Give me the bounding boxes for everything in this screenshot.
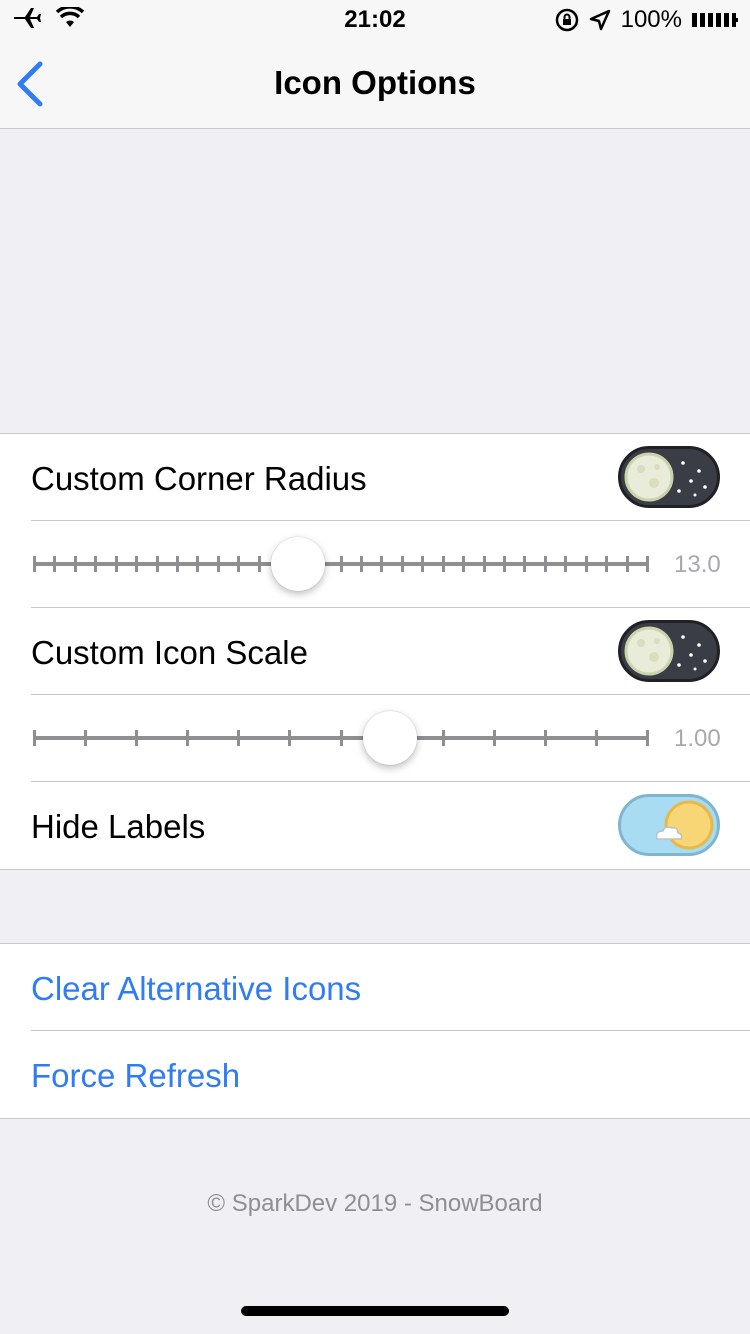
slider-tick xyxy=(605,556,609,572)
icon-scale-label: Custom Icon Scale xyxy=(31,634,308,671)
slider-tick xyxy=(646,556,649,572)
slider-tick xyxy=(482,556,486,572)
corner-radius-slider-row: 13.0 xyxy=(0,520,750,608)
location-icon xyxy=(589,9,610,31)
slider-tick xyxy=(94,556,98,572)
slider-tick xyxy=(421,556,425,572)
slider-tick xyxy=(594,730,598,746)
slider-tick xyxy=(380,556,384,572)
hide-labels-label: Hide Labels xyxy=(31,808,206,845)
slider-tick xyxy=(196,556,200,572)
orientation-lock-icon xyxy=(555,8,578,32)
slider-tick xyxy=(186,730,190,746)
corner-radius-value: 13.0 xyxy=(674,551,720,578)
icon-scale-slider-thumb[interactable] xyxy=(363,711,418,765)
slider-tick xyxy=(84,730,88,746)
slider-tick xyxy=(135,730,139,746)
slider-tick xyxy=(564,556,568,572)
slider-tick xyxy=(155,556,159,572)
slider-tick xyxy=(53,556,57,572)
slider-tick xyxy=(73,556,77,572)
navigation-bar: Icon Options xyxy=(0,40,750,129)
corner-radius-label: Custom Corner Radius xyxy=(31,460,367,497)
slider-tick xyxy=(237,730,241,746)
slider-tick xyxy=(400,556,404,572)
hide-labels-row: Hide Labels xyxy=(0,781,750,869)
page-title: Icon Options xyxy=(274,64,476,101)
slider-tick xyxy=(114,556,118,572)
slider-tick xyxy=(462,556,466,572)
slider-tick xyxy=(646,730,649,746)
corner-radius-toggle[interactable] xyxy=(618,446,720,508)
slider-tick xyxy=(625,556,629,572)
slider-tick xyxy=(135,556,139,572)
battery-icon xyxy=(692,13,738,27)
force-refresh-row[interactable]: Force Refresh xyxy=(0,1030,750,1118)
slider-tick xyxy=(339,730,343,746)
slider-tick xyxy=(33,556,36,572)
slider-tick xyxy=(584,556,588,572)
hide-labels-toggle[interactable] xyxy=(618,794,720,856)
slider-tick xyxy=(339,556,343,572)
slider-tick xyxy=(257,556,261,572)
slider-tick xyxy=(359,556,363,572)
clear-alternative-icons-row[interactable]: Clear Alternative Icons xyxy=(0,944,750,1031)
slider-tick xyxy=(288,730,292,746)
slider-tick xyxy=(237,556,241,572)
slider-tick xyxy=(441,730,445,746)
slider-tick xyxy=(543,556,547,572)
slider-tick xyxy=(176,556,180,572)
clear-alternative-icons-button[interactable]: Clear Alternative Icons xyxy=(31,970,361,1008)
slider-tick xyxy=(441,556,445,572)
corner-radius-slider-thumb[interactable] xyxy=(270,537,325,591)
icon-scale-row: Custom Icon Scale xyxy=(0,607,750,695)
status-bar: 21:02 100% xyxy=(0,0,750,40)
icon-scale-slider-row: 1.00 xyxy=(0,694,750,782)
actions-group: Clear Alternative Icons Force Refresh xyxy=(0,943,750,1119)
slider-tick xyxy=(216,556,220,572)
moon-night-toggle-icon xyxy=(624,452,707,502)
moon-night-toggle-icon xyxy=(624,626,707,676)
slider-tick xyxy=(502,556,506,572)
sun-day-toggle-icon xyxy=(655,800,714,850)
slider-tick xyxy=(33,730,36,746)
settings-group: Custom Corner Radius 13.0 Custom Icon Sc… xyxy=(0,433,750,870)
slider-tick xyxy=(492,730,496,746)
battery-percent: 100% xyxy=(620,6,682,33)
slider-tick xyxy=(543,730,547,746)
icon-scale-toggle[interactable] xyxy=(618,620,720,682)
corner-radius-row: Custom Corner Radius xyxy=(0,434,750,521)
slider-tick xyxy=(523,556,527,572)
footer-copyright: © SparkDev 2019 - SnowBoard xyxy=(207,1190,543,1217)
home-indicator[interactable] xyxy=(241,1306,509,1316)
icon-scale-value: 1.00 xyxy=(674,725,720,752)
status-right: 100% xyxy=(555,6,738,34)
force-refresh-button[interactable]: Force Refresh xyxy=(31,1057,240,1095)
